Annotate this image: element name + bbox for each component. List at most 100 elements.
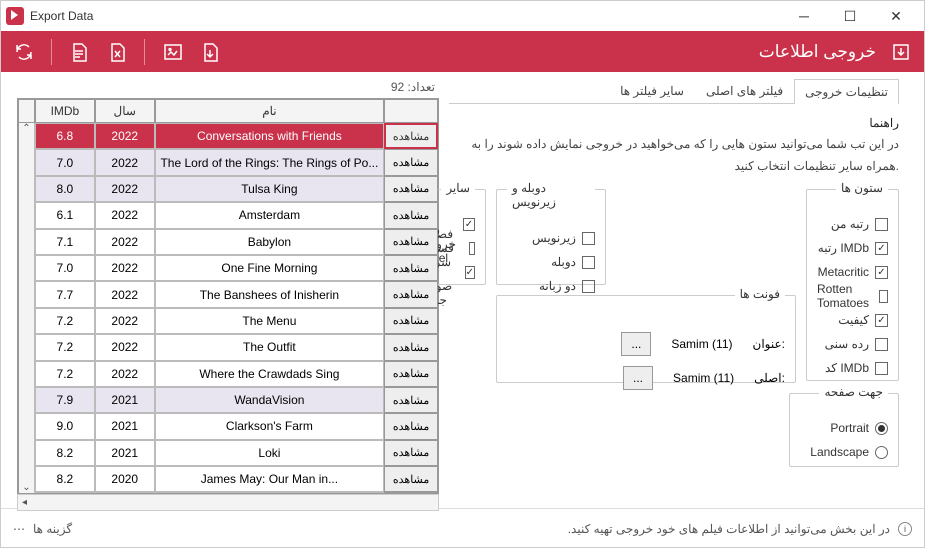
cell-year: 2020 — [95, 492, 155, 493]
help-section: راهنما در این تب شما می‌توانید ستون هایی… — [449, 116, 899, 177]
view-button[interactable]: مشاهده — [384, 123, 438, 149]
checkbox-icon — [875, 218, 888, 231]
font-title-value: Samim (11) — [671, 337, 732, 351]
cell-year: 2020 — [95, 466, 155, 492]
view-button[interactable]: مشاهده — [384, 387, 438, 413]
radio-Landscape[interactable]: Landscape — [800, 440, 888, 464]
th-name[interactable]: نام — [155, 99, 384, 123]
view-button[interactable]: مشاهده — [384, 466, 438, 492]
cell-name: One Fine Morning — [155, 255, 384, 281]
view-button[interactable]: مشاهده — [384, 281, 438, 307]
checkbox-زیرنویس[interactable]: زیرنویس — [507, 226, 595, 250]
table-row[interactable]: 7.02022The Lord of the Rings: The Rings … — [18, 149, 438, 175]
tab-other-filters[interactable]: سایر فیلتر ها — [609, 78, 695, 103]
minimize-button[interactable]: ─ — [781, 1, 827, 31]
table-row[interactable]: 6.12022Amsterdamمشاهده — [18, 202, 438, 228]
checkbox-دوبله[interactable]: دوبله — [507, 250, 595, 274]
cell-year: 2022 — [95, 255, 155, 281]
table-row[interactable]: 7.92021WandaVisionمشاهده — [18, 387, 438, 413]
checkbox-icon — [463, 218, 475, 231]
export-image-icon[interactable] — [161, 41, 183, 63]
table-row[interactable]: 7.12022Babylonمشاهده — [18, 229, 438, 255]
cell-imdb: 6.1 — [35, 202, 95, 228]
table-row[interactable]: 7.22022The Menuمشاهده — [18, 308, 438, 334]
view-button[interactable]: مشاهده — [384, 413, 438, 439]
fieldset-fonts-title: فونت ها — [735, 287, 785, 301]
window-title: Export Data — [30, 9, 93, 23]
checkbox-رتبه IMDb[interactable]: رتبه IMDb — [817, 236, 888, 260]
checkbox-کیفیت[interactable]: کیفیت — [817, 308, 888, 332]
cell-year: 2022 — [95, 308, 155, 334]
vertical-scrollbar[interactable]: ⌃⌄ — [18, 123, 35, 493]
cell-imdb: 6.8 — [35, 123, 95, 149]
cell-name: Conversations with Friends — [155, 123, 384, 149]
cell-imdb: 7.2 — [35, 361, 95, 387]
tab-main-filters[interactable]: فیلتر های اصلی — [695, 78, 794, 103]
fieldset-orientation-title: جهت صفحه — [819, 385, 888, 399]
export-text-icon[interactable] — [68, 41, 90, 63]
table-row[interactable]: 8.02022Tulsa Kingمشاهده — [18, 176, 438, 202]
options-link[interactable]: گزینه ها — [33, 522, 72, 536]
checkbox-icon — [875, 266, 888, 279]
checkbox-icon — [875, 338, 888, 351]
checkbox-icon — [875, 362, 888, 375]
font-title-button[interactable]: ... — [621, 332, 651, 356]
table-row[interactable]: 7.02022One Fine Morningمشاهده — [18, 255, 438, 281]
font-main-button[interactable]: ... — [623, 366, 653, 390]
checkbox-icon — [465, 266, 475, 279]
horizontal-scrollbar[interactable]: ◂ — [17, 494, 439, 511]
table-row[interactable]: 8.22020James May: Our Man in...مشاهده — [18, 466, 438, 492]
checkbox-رده سنی[interactable]: رده سنی — [817, 332, 888, 356]
cell-year: 2021 — [95, 387, 155, 413]
font-main-label: اصلی: — [754, 371, 785, 385]
checkbox-Rotten Tomatoes[interactable]: Rotten Tomatoes — [817, 284, 888, 308]
export-excel-icon[interactable] — [106, 41, 128, 63]
cell-imdb: 7.2 — [35, 334, 95, 360]
cell-year: 2022 — [95, 176, 155, 202]
table-row[interactable]: 9.02021Clarkson's Farmمشاهده — [18, 413, 438, 439]
cell-year: 2021 — [95, 413, 155, 439]
cell-name: Loki — [155, 440, 384, 466]
view-button[interactable]: مشاهده — [384, 176, 438, 202]
table-row[interactable]: 6.42020The Luminariesمشاهده — [18, 492, 438, 493]
checkbox-Metacritic[interactable]: Metacritic — [817, 260, 888, 284]
ribbon: خروجی اطلاعات — [1, 31, 924, 72]
checkbox-رتبه من[interactable]: رتبه من — [817, 212, 888, 236]
tab-export-settings[interactable]: تنظیمات خروجی — [794, 79, 899, 104]
close-button[interactable]: ✕ — [873, 1, 919, 31]
fieldset-other-title: سایر — [441, 181, 475, 195]
view-button[interactable]: مشاهده — [384, 255, 438, 281]
view-button[interactable]: مشاهده — [384, 229, 438, 255]
th-imdb[interactable]: IMDb — [35, 99, 95, 123]
table-row[interactable]: 6.82022Conversations with Friendsمشاهده — [18, 123, 438, 149]
export-file-icon[interactable] — [199, 41, 221, 63]
titlebar: Export Data ─ ☐ ✕ — [1, 1, 924, 31]
status-info-icon: i — [898, 522, 912, 536]
view-button[interactable]: مشاهده — [384, 149, 438, 175]
cell-name: The Outfit — [155, 334, 384, 360]
th-view[interactable] — [384, 99, 438, 123]
view-button[interactable]: مشاهده — [384, 202, 438, 228]
th-year[interactable]: سال — [95, 99, 155, 123]
table-row[interactable]: 7.72022The Banshees of Inisherinمشاهده — [18, 281, 438, 307]
cell-year: 2022 — [95, 334, 155, 360]
radio-Portrait[interactable]: Portrait — [800, 416, 888, 440]
cell-year: 2022 — [95, 149, 155, 175]
checkbox-کد IMDb[interactable]: کد IMDb — [817, 356, 888, 380]
table-row[interactable]: 7.22022Where the Crawdads Singمشاهده — [18, 361, 438, 387]
cell-year: 2022 — [95, 281, 155, 307]
table-row[interactable]: 8.22021Lokiمشاهده — [18, 440, 438, 466]
view-button[interactable]: مشاهده — [384, 440, 438, 466]
cell-name: Amsterdam — [155, 202, 384, 228]
maximize-button[interactable]: ☐ — [827, 1, 873, 31]
font-main-value: Samim (11) — [673, 371, 734, 385]
table-row[interactable]: 7.22022The Outfitمشاهده — [18, 334, 438, 360]
refresh-icon[interactable] — [13, 41, 35, 63]
view-button[interactable]: مشاهده — [384, 361, 438, 387]
checkbox-icon — [469, 242, 475, 255]
export-main-icon[interactable] — [890, 41, 912, 63]
view-button[interactable]: مشاهده — [384, 334, 438, 360]
view-button[interactable]: مشاهده — [384, 308, 438, 334]
view-button[interactable]: مشاهده — [384, 492, 438, 493]
cell-imdb: 7.0 — [35, 255, 95, 281]
